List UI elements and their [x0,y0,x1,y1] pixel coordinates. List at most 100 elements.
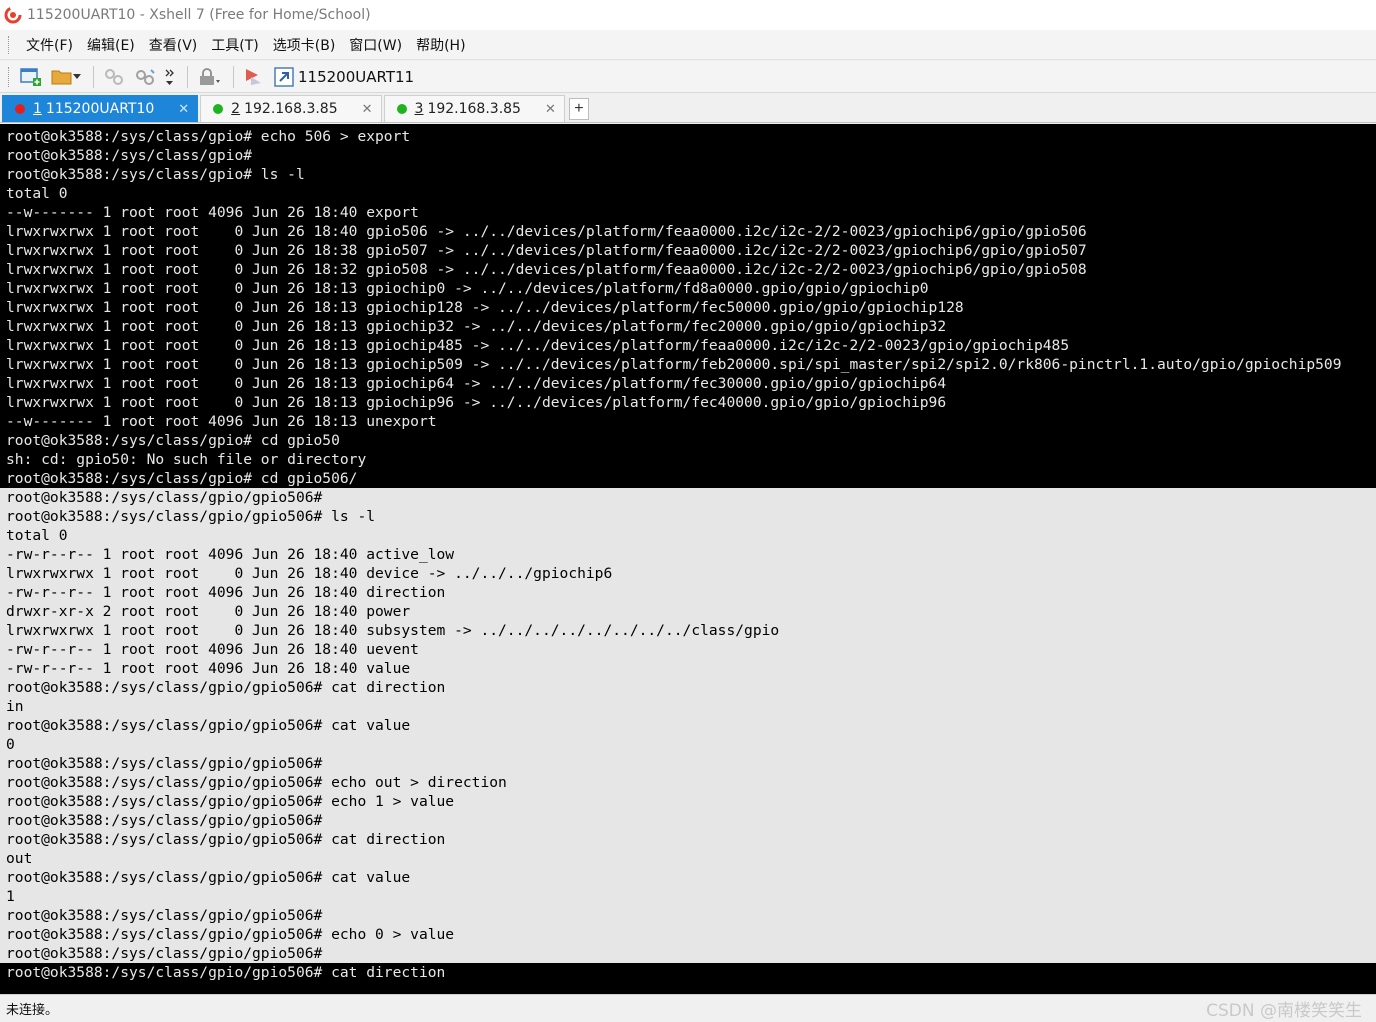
tab-number: 2 [231,101,241,117]
tab-number: 1 [33,101,42,117]
menu-tools[interactable]: 工具(T) [204,35,265,55]
toolbar-grip[interactable] [8,66,11,87]
toolbar-separator [93,65,94,88]
new-session-button[interactable] [17,64,45,90]
terminal-line: root@ok3588:/sys/class/gpio/gpio506# ech… [0,792,1376,811]
bookmark-flag-icon [246,68,261,85]
session-shortcut-button[interactable]: 115200UART11 [271,64,417,90]
terminal-line: lrwxrwxrwx 1 root root 0 Jun 26 18:40 gp… [6,223,1087,240]
menu-file[interactable]: 文件(F) [19,35,80,55]
menu-view[interactable]: 查看(V) [142,35,205,55]
lock-button[interactable] [194,64,224,90]
title-bar: 115200UART10 - Xshell 7 (Free for Home/S… [0,0,1376,30]
terminal-line: 1 [0,887,1376,906]
terminal-line: lrwxrwxrwx 1 root root 0 Jun 26 18:13 gp… [6,356,1342,373]
terminal-line: root@ok3588:/sys/class/gpio/gpio506# cat… [0,830,1376,849]
connection-status-icon [396,104,407,114]
terminal-line: root@ok3588:/sys/class/gpio/gpio506# [0,811,1376,830]
connection-status-icon [15,104,25,114]
terminal-line: root@ok3588:/sys/class/gpio/gpio506# cat… [0,716,1376,735]
new-session-icon [20,67,41,86]
terminal-line: lrwxrwxrwx 1 root root 0 Jun 26 18:13 gp… [6,280,929,297]
close-icon[interactable]: ✕ [178,102,189,117]
lock-icon [200,67,220,85]
connection-status-text: 未连接。 [6,1003,59,1018]
link-icon [136,68,155,85]
tab-number: 3 [414,101,424,117]
terminal-line: root@ok3588:/sys/class/gpio/gpio506# ech… [0,773,1376,792]
terminal-line: total 0 [6,185,68,202]
menu-tab[interactable]: 选项卡(B) [266,35,343,55]
menu-edit[interactable]: 编辑(E) [80,35,142,55]
menubar-grip[interactable] [8,35,11,54]
tab-session-3[interactable]: 3 192.168.3.85 ✕ [383,95,565,122]
tab-session-2[interactable]: 2 192.168.3.85 ✕ [200,95,382,122]
terminal-line: root@ok3588:/sys/class/gpio# echo 506 > … [6,128,411,145]
double-chevron-icon [165,69,174,85]
window-title: 115200UART10 - Xshell 7 (Free for Home/S… [27,7,371,23]
terminal-line: root@ok3588:/sys/class/gpio# [6,147,253,164]
menu-bar: 文件(F) 编辑(E) 查看(V) 工具(T) 选项卡(B) 窗口(W) 帮助(… [0,30,1376,60]
chevron-down-icon [73,73,81,79]
terminal-line: root@ok3588:/sys/class/gpio/gpio506# cat… [0,678,1376,697]
close-icon[interactable]: ✕ [545,102,556,117]
terminal-line: root@ok3588:/sys/class/gpio# cd gpio506/ [6,470,358,487]
bookmark-button[interactable] [240,64,268,90]
terminal-line: root@ok3588:/sys/class/gpio# cd gpio50 [6,432,340,449]
terminal-line: root@ok3588:/sys/class/gpio/gpio506# cat… [0,868,1376,887]
reconnect-button[interactable] [100,64,128,90]
add-tab-button[interactable]: + [568,98,589,120]
terminal-line: -rw-r--r-- 1 root root 4096 Jun 26 18:40… [0,545,1376,564]
terminal-line: --w------- 1 root root 4096 Jun 26 18:13… [6,413,437,430]
terminal-line: lrwxrwxrwx 1 root root 0 Jun 26 18:13 gp… [6,337,1070,354]
terminal-line: lrwxrwxrwx 1 root root 0 Jun 26 18:13 gp… [6,318,947,335]
terminal-line: -rw-r--r-- 1 root root 4096 Jun 26 18:40… [0,583,1376,602]
tab-session-1[interactable]: 1 115200UART10 ✕ [2,95,199,122]
terminal-line: root@ok3588:/sys/class/gpio/gpio506# [0,754,1376,773]
terminal-lines: root@ok3588:/sys/class/gpio# echo 506 > … [0,127,1376,982]
connection-status-icon [213,104,224,114]
menu-window[interactable]: 窗口(W) [342,35,409,55]
terminal-line: sh: cd: gpio50: No such file or director… [6,451,367,468]
watermark: CSDN @南楼笑笑生 [1206,1001,1362,1021]
terminal-line: root@ok3588:/sys/class/gpio/gpio506# [0,944,1376,963]
tab-label: 192.168.3.85 [427,101,521,117]
terminal-line: 0 [0,735,1376,754]
folder-icon [51,70,72,84]
xshell-logo-icon [4,6,22,24]
session-tab-bar: 1 115200UART10 ✕ 2 192.168.3.85 ✕ 3 192.… [0,94,1376,123]
terminal-line: lrwxrwxrwx 1 root root 0 Jun 26 18:40 su… [0,621,1376,640]
close-icon[interactable]: ✕ [362,102,373,117]
terminal-line: lrwxrwxrwx 1 root root 0 Jun 26 18:13 gp… [6,375,947,392]
reconnect-icon [105,68,123,85]
terminal-line: lrwxrwxrwx 1 root root 0 Jun 26 18:32 gp… [6,261,1087,278]
terminal-line: root@ok3588:/sys/class/gpio/gpio506# [0,906,1376,925]
terminal-line: out [0,849,1376,868]
terminal-line: in [0,697,1376,716]
terminal-line: lrwxrwxrwx 1 root root 0 Jun 26 18:38 gp… [6,242,1087,259]
shortcut-arrow-icon [274,66,294,87]
status-bar: 未连接。 CSDN @南楼笑笑生 [0,994,1376,1022]
menu-help[interactable]: 帮助(H) [409,35,472,55]
toolbar: 115200UART11 [0,61,1376,93]
terminal-line: lrwxrwxrwx 1 root root 0 Jun 26 18:13 gp… [6,394,947,411]
terminal-line: lrwxrwxrwx 1 root root 0 Jun 26 18:13 gp… [6,299,964,316]
terminal-line: root@ok3588:/sys/class/gpio# ls -l [6,166,305,183]
tab-label: 115200UART10 [45,101,155,117]
tab-label: 192.168.3.85 [244,101,338,117]
terminal-line: --w------- 1 root root 4096 Jun 26 18:40… [6,204,419,221]
terminal-line: total 0 [0,526,1376,545]
terminal-line: root@ok3588:/sys/class/gpio/gpio506# cat… [6,964,446,981]
open-folder-button[interactable] [48,64,84,90]
terminal-line: drwxr-xr-x 2 root root 0 Jun 26 18:40 po… [0,602,1376,621]
terminal-line: root@ok3588:/sys/class/gpio/gpio506# [0,488,1376,507]
terminal-line: lrwxrwxrwx 1 root root 0 Jun 26 18:40 de… [0,564,1376,583]
terminal-output[interactable]: root@ok3588:/sys/class/gpio# echo 506 > … [0,124,1376,994]
disconnect-button[interactable] [131,64,159,90]
terminal-line: root@ok3588:/sys/class/gpio/gpio506# ls … [0,507,1376,526]
terminal-line: -rw-r--r-- 1 root root 4096 Jun 26 18:40… [0,640,1376,659]
more-tools-button[interactable] [162,64,178,90]
toolbar-separator [233,65,234,88]
terminal-line: root@ok3588:/sys/class/gpio/gpio506# ech… [0,925,1376,944]
session-shortcut-label: 115200UART11 [298,67,415,86]
